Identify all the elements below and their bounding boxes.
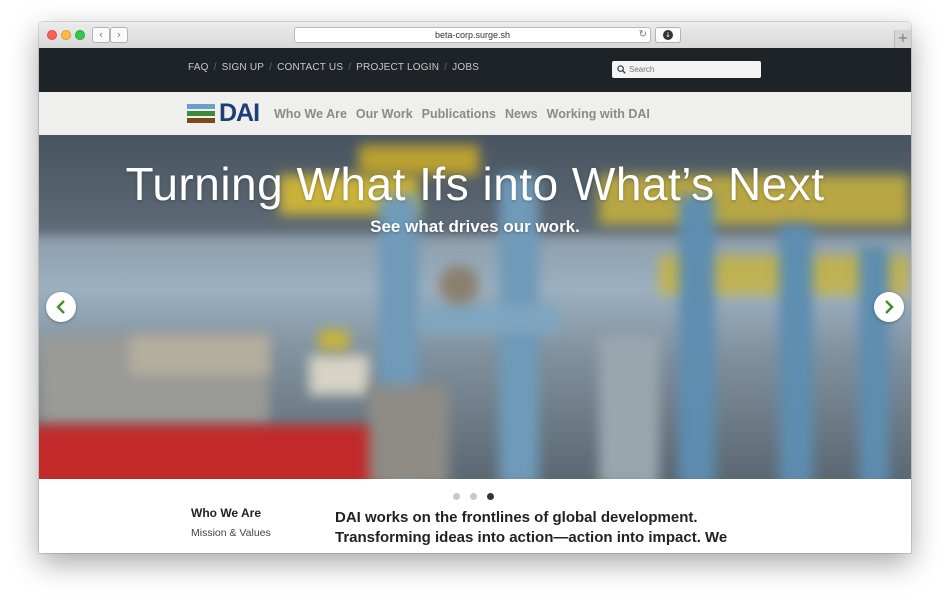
dai-logo-mark[interactable] bbox=[187, 104, 215, 124]
close-window-button[interactable] bbox=[47, 30, 57, 40]
nav-publications[interactable]: Publications bbox=[422, 107, 496, 121]
main-navigation: DAI Who We Are Our Work Publications News Wo… bbox=[39, 92, 911, 136]
chevron-left-icon: ‹ bbox=[98, 28, 104, 41]
downloads-button[interactable]: ↓ bbox=[655, 27, 681, 43]
separator: / bbox=[444, 62, 448, 73]
nav-our-work[interactable]: Our Work bbox=[356, 107, 413, 121]
address-bar[interactable]: beta-corp.surge.sh ↻ bbox=[294, 27, 651, 43]
separator: / bbox=[348, 62, 352, 73]
utility-bar: FAQ / SIGN UP / CONTACT US / PROJECT LOGIN / JOB… bbox=[39, 48, 911, 92]
logo-stripe-brown bbox=[187, 118, 215, 123]
search-icon bbox=[617, 65, 626, 74]
chevron-right-icon bbox=[885, 300, 894, 314]
sign-up-link[interactable]: SIGN UP bbox=[222, 62, 265, 73]
logo-stripe-green bbox=[187, 111, 215, 116]
browser-title-bar: ‹ › beta-corp.surge.sh ↻ ↓ + bbox=[39, 22, 911, 49]
carousel-dot-3[interactable] bbox=[487, 493, 494, 500]
chevron-right-icon: › bbox=[116, 28, 122, 41]
carousel-indicators bbox=[453, 487, 504, 505]
browser-window: ‹ › beta-corp.surge.sh ↻ ↓ + FAQ / SIGN UP… bbox=[39, 22, 911, 553]
back-button[interactable]: ‹ bbox=[92, 27, 110, 43]
search-input[interactable] bbox=[629, 62, 757, 76]
carousel-prev-button[interactable] bbox=[46, 292, 76, 322]
download-icon: ↓ bbox=[663, 30, 673, 40]
hero-title: Turning What Ifs into What’s Next bbox=[125, 158, 825, 210]
sidebar-item-mission-values[interactable]: Mission & Values bbox=[191, 527, 271, 539]
utility-links: FAQ / SIGN UP / CONTACT US / PROJECT LOGIN / JOB… bbox=[188, 62, 479, 73]
main-menu: Who We Are Our Work Publications News Workin… bbox=[274, 107, 659, 121]
url-text: beta-corp.surge.sh bbox=[434, 30, 511, 40]
faq-link[interactable]: FAQ bbox=[188, 62, 209, 73]
nav-who-we-are[interactable]: Who We Are bbox=[274, 107, 347, 121]
logo-stripe-blue bbox=[187, 104, 215, 109]
nav-working-with-dai[interactable]: Working with DAI bbox=[547, 107, 650, 121]
dai-logo-text[interactable]: DAI bbox=[219, 100, 260, 126]
separator: / bbox=[269, 62, 273, 73]
reload-icon[interactable]: ↻ bbox=[639, 28, 647, 42]
carousel-dot-1[interactable] bbox=[453, 493, 460, 500]
zoom-window-button[interactable] bbox=[75, 30, 85, 40]
chevron-left-icon bbox=[56, 300, 65, 314]
contact-us-link[interactable]: CONTACT US bbox=[277, 62, 343, 73]
carousel-dot-2[interactable] bbox=[470, 493, 477, 500]
hero-carousel: Turning What Ifs into What’s Next See wh… bbox=[39, 135, 911, 479]
separator: / bbox=[213, 62, 217, 73]
hero-subtitle[interactable]: See what drives our work. bbox=[39, 217, 911, 237]
jobs-link[interactable]: JOBS bbox=[452, 62, 479, 73]
carousel-next-button[interactable] bbox=[874, 292, 904, 322]
project-login-link[interactable]: PROJECT LOGIN bbox=[356, 62, 439, 73]
minimize-window-button[interactable] bbox=[61, 30, 71, 40]
intro-lead-line-2: Transforming ideas into action—action in… bbox=[335, 529, 728, 546]
sidebar-title[interactable]: Who We Are bbox=[191, 506, 261, 520]
nav-news[interactable]: News bbox=[505, 107, 538, 121]
new-tab-button[interactable]: + bbox=[894, 30, 911, 48]
forward-button[interactable]: › bbox=[110, 27, 128, 43]
search-box bbox=[612, 61, 761, 78]
intro-lead-line-1: DAI works on the frontlines of global de… bbox=[335, 509, 698, 526]
